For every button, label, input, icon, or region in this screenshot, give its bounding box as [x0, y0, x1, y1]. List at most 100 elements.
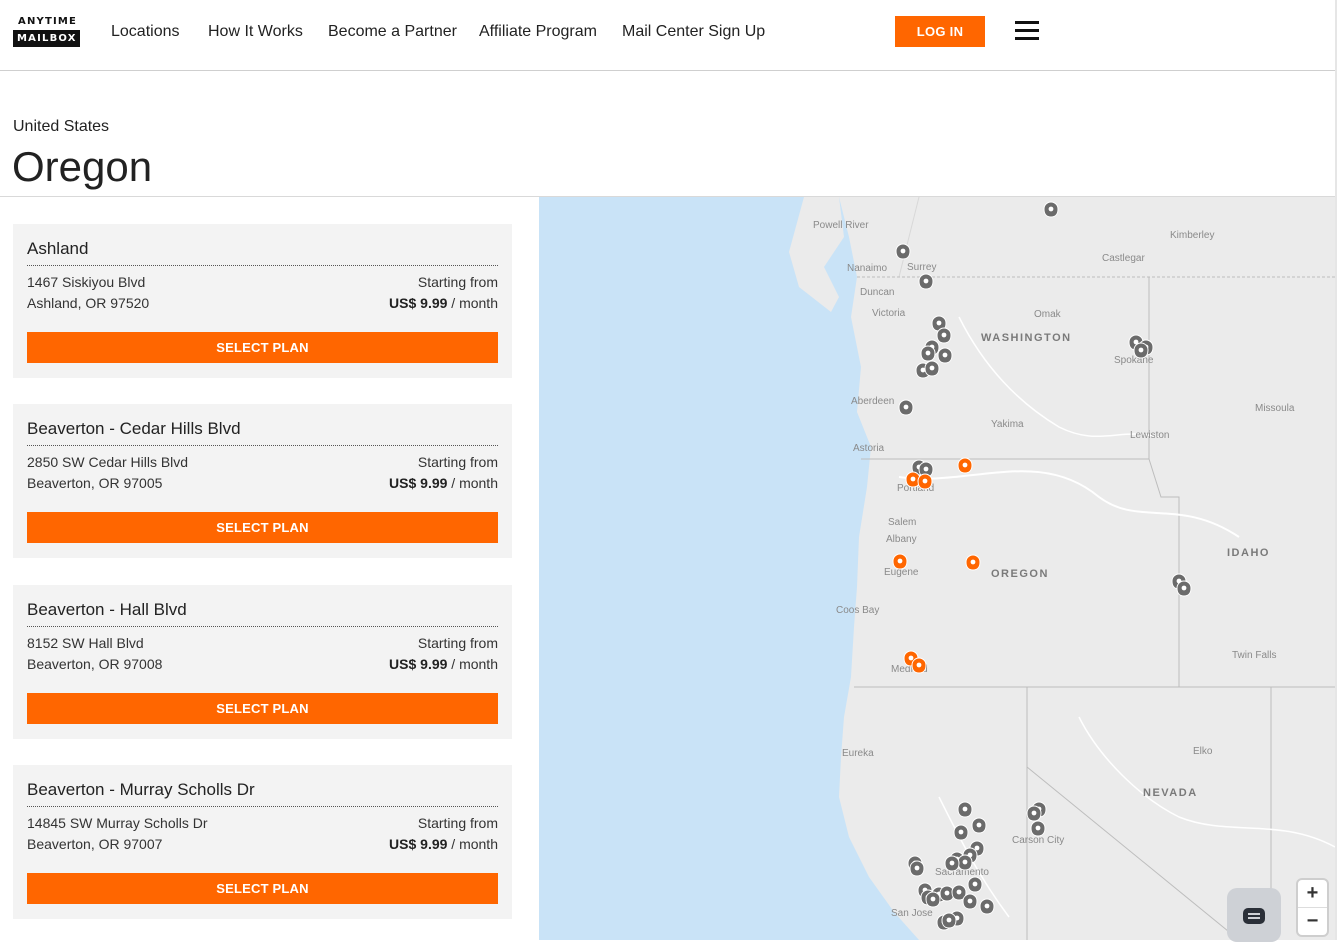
anytime-mailbox-logo[interactable]: ANYTIME MAILBOX [13, 16, 80, 47]
location-card: Beaverton - Murray Scholls Dr 14845 SW M… [13, 765, 512, 919]
price-amount: US$ 9.99 [389, 295, 448, 311]
nav-become-a-partner[interactable]: Become a Partner [328, 22, 457, 42]
starting-from-label: Starting from [417, 454, 498, 470]
map-pin-dot [922, 478, 928, 484]
map-canvas[interactable]: Powell River Kimberley Nanaimo Surrey Ca… [539, 197, 1335, 940]
state-label: WASHINGTON [981, 332, 1072, 344]
hamburger-menu-icon[interactable] [1015, 21, 1039, 40]
location-list[interactable]: Ashland 1467 Siskiyou Blvd Ashland, OR 9… [0, 197, 539, 940]
chat-icon [1243, 908, 1265, 924]
map-pin-dot [944, 890, 950, 896]
address-line-1: 2850 SW Cedar Hills Blvd [27, 454, 189, 470]
map-label: Castlegar [1102, 253, 1145, 264]
map-pin-dot [976, 822, 982, 828]
logo-text-top: ANYTIME [18, 16, 78, 27]
location-name[interactable]: Ashland [27, 239, 498, 266]
map-label: Astoria [853, 443, 885, 454]
map-label: Omak [1034, 309, 1062, 320]
map-pin-dot [908, 655, 914, 661]
map-pin-dot [897, 558, 903, 564]
map-label: Yakima [991, 419, 1024, 430]
zoom-in-button[interactable]: + [1298, 880, 1327, 908]
price-amount: US$ 9.99 [389, 475, 448, 491]
map-pin-dot [925, 350, 931, 356]
map-label: Nanaimo [847, 263, 887, 274]
map-label: Duncan [860, 287, 894, 298]
location-card: Beaverton - Hall Blvd 8152 SW Hall Blvd … [13, 585, 512, 739]
locations-map[interactable]: Powell River Kimberley Nanaimo Surrey Ca… [539, 197, 1335, 940]
map-pin-dot [1138, 347, 1144, 353]
map-pin-dot [929, 365, 935, 371]
select-plan-button[interactable]: SELECT PLAN [27, 873, 498, 904]
map-pin-dot [1181, 585, 1187, 591]
page-title: Oregon [12, 143, 153, 190]
map-pin-dot [1048, 206, 1054, 212]
map-pin-dot [962, 806, 968, 812]
state-label: NEVADA [1143, 787, 1198, 799]
map-pin-dot [923, 278, 929, 284]
map-pin-dot [962, 859, 968, 865]
map-label: Lewiston [1130, 430, 1169, 441]
address-line-2: Ashland, OR 97520 [27, 295, 150, 311]
country-breadcrumb[interactable]: United States [13, 118, 109, 136]
map-label: Missoula [1255, 403, 1295, 414]
map-pin-dot [970, 559, 976, 565]
nav-locations[interactable]: Locations [111, 22, 180, 42]
address-line-1: 14845 SW Murray Scholls Dr [27, 815, 208, 831]
map-pin-dot [956, 889, 962, 895]
nav-affiliate-program[interactable]: Affiliate Program [479, 22, 597, 42]
state-label: OREGON [991, 568, 1049, 580]
state-label: IDAHO [1227, 547, 1270, 559]
location-card: Ashland 1467 Siskiyou Blvd Ashland, OR 9… [13, 224, 512, 378]
map-label: Carson City [1012, 835, 1064, 846]
map-label: Albany [886, 534, 917, 545]
location-name[interactable]: Beaverton - Hall Blvd [27, 600, 498, 627]
map-label: Spokane [1114, 355, 1154, 366]
price-amount: US$ 9.99 [389, 656, 448, 672]
chat-widget-button[interactable] [1227, 888, 1281, 942]
map-label: Aberdeen [851, 396, 894, 407]
zoom-out-button[interactable]: − [1298, 908, 1327, 935]
price: US$ 9.99 / month [389, 475, 498, 491]
map-label: Powell River [813, 220, 869, 231]
map-pin-dot [984, 903, 990, 909]
map-label: Salem [888, 517, 916, 528]
nav-how-it-works[interactable]: How It Works [208, 22, 303, 42]
map-pin-dot [930, 896, 936, 902]
price-amount: US$ 9.99 [389, 836, 448, 852]
map-label: Kimberley [1170, 230, 1214, 241]
map-pin-dot [972, 881, 978, 887]
logo-text-bottom: MAILBOX [13, 30, 80, 47]
map-pin-dot [903, 404, 909, 410]
starting-from-label: Starting from [417, 635, 498, 651]
price: US$ 9.99 / month [389, 656, 498, 672]
map-pin-dot [958, 829, 964, 835]
select-plan-button[interactable]: SELECT PLAN [27, 693, 498, 724]
price-period: / month [451, 656, 498, 672]
login-button[interactable]: LOG IN [895, 16, 985, 47]
map-pin-dot [962, 462, 968, 468]
location-name[interactable]: Beaverton - Cedar Hills Blvd [27, 419, 498, 446]
starting-from-label: Starting from [417, 274, 498, 290]
site-header: ANYTIME MAILBOX Locations How It Works B… [0, 0, 1337, 71]
map-pin-dot [900, 248, 906, 254]
price: US$ 9.99 / month [389, 295, 498, 311]
select-plan-button[interactable]: SELECT PLAN [27, 512, 498, 543]
map-pin-dot [1035, 825, 1041, 831]
price-period: / month [451, 295, 498, 311]
address-line-1: 1467 Siskiyou Blvd [27, 274, 146, 290]
address-line-1: 8152 SW Hall Blvd [27, 635, 144, 651]
map-label: Coos Bay [836, 605, 879, 616]
map-pin-dot [923, 466, 929, 472]
map-pin-dot [1031, 810, 1037, 816]
select-plan-button[interactable]: SELECT PLAN [27, 332, 498, 363]
map-pin-dot [941, 332, 947, 338]
map-pin-dot [967, 898, 973, 904]
map-pin-dot [942, 352, 948, 358]
map-pin-dot [974, 845, 980, 851]
location-name[interactable]: Beaverton - Murray Scholls Dr [27, 780, 498, 807]
nav-mail-center-sign-up[interactable]: Mail Center Sign Up [622, 22, 765, 42]
map-label: Victoria [872, 308, 906, 319]
address-line-2: Beaverton, OR 97005 [27, 475, 163, 491]
map-pin-dot [949, 860, 955, 866]
